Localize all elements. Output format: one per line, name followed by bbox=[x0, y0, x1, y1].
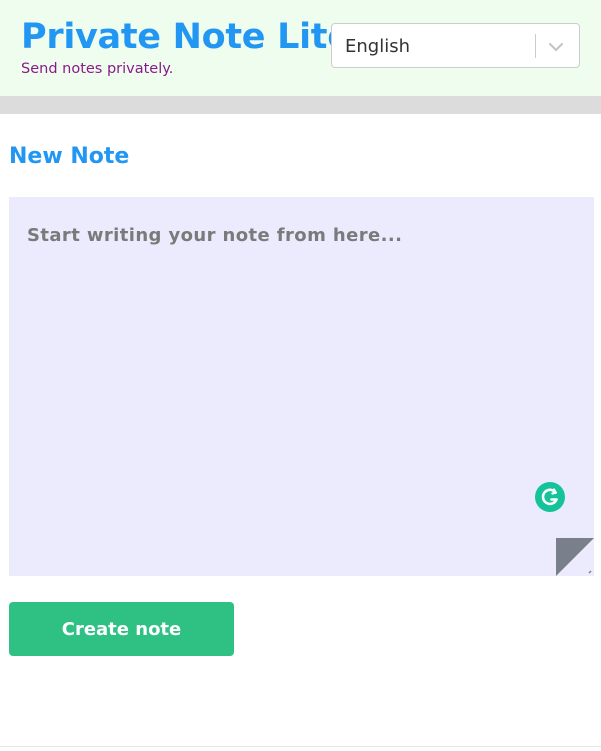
note-textarea[interactable] bbox=[9, 197, 594, 576]
brand: Private Note Lite Send notes privately. bbox=[21, 14, 351, 79]
language-select-separator bbox=[535, 34, 536, 58]
chevron-down-icon[interactable] bbox=[546, 37, 566, 57]
app-title: Private Note Lite bbox=[21, 17, 351, 57]
app-header: Private Note Lite Send notes privately. … bbox=[0, 0, 601, 96]
language-select-value: English bbox=[345, 36, 410, 57]
create-note-button[interactable]: Create note bbox=[9, 602, 234, 656]
section-title: New Note bbox=[9, 144, 130, 169]
app-tagline: Send notes privately. bbox=[21, 61, 174, 77]
note-editor bbox=[9, 197, 594, 576]
header-divider bbox=[0, 96, 601, 114]
resize-handle-icon[interactable] bbox=[556, 538, 594, 576]
grammarly-icon[interactable] bbox=[535, 482, 565, 512]
language-select[interactable]: English bbox=[331, 23, 580, 68]
bottom-divider bbox=[0, 746, 601, 747]
